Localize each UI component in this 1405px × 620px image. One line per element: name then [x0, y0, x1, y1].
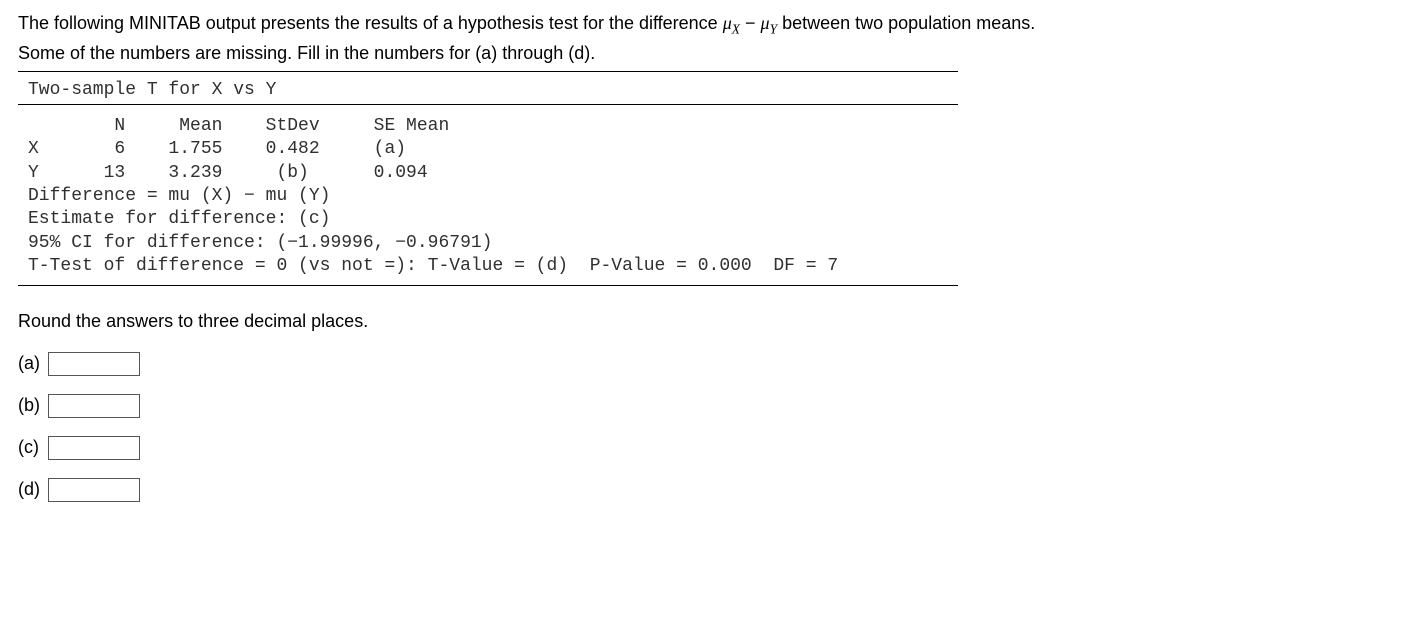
- minus-symbol: −: [740, 13, 761, 33]
- intro-line2: Some of the numbers are missing. Fill in…: [18, 43, 595, 63]
- answer-label-b: (b): [18, 395, 42, 416]
- mu-y-subscript: Y: [770, 22, 778, 37]
- answer-label-d: (d): [18, 479, 42, 500]
- mu-x-subscript: X: [732, 22, 740, 37]
- minitab-title: Two-sample T for X vs Y: [18, 78, 958, 105]
- answer-label-c: (c): [18, 437, 42, 458]
- rounding-instructions: Round the answers to three decimal place…: [18, 311, 1387, 332]
- mu-x-symbol: μ: [723, 13, 732, 33]
- minitab-body: N Mean StDev SE Mean X 6 1.755 0.482 (a)…: [18, 115, 958, 279]
- answer-row-b: (b): [18, 394, 1387, 418]
- minitab-output: Two-sample T for X vs Y N Mean StDev SE …: [18, 71, 958, 286]
- answer-input-d[interactable]: [48, 478, 140, 502]
- intro-line1-pre: The following MINITAB output presents th…: [18, 13, 723, 33]
- answer-label-a: (a): [18, 353, 42, 374]
- answer-row-c: (c): [18, 436, 1387, 460]
- answer-row-d: (d): [18, 478, 1387, 502]
- intro-line1-post: between two population means.: [777, 13, 1035, 33]
- mu-y-symbol: μ: [761, 13, 770, 33]
- answer-row-a: (a): [18, 352, 1387, 376]
- answer-input-b[interactable]: [48, 394, 140, 418]
- answer-input-c[interactable]: [48, 436, 140, 460]
- answer-input-a[interactable]: [48, 352, 140, 376]
- question-intro: The following MINITAB output presents th…: [18, 10, 1387, 67]
